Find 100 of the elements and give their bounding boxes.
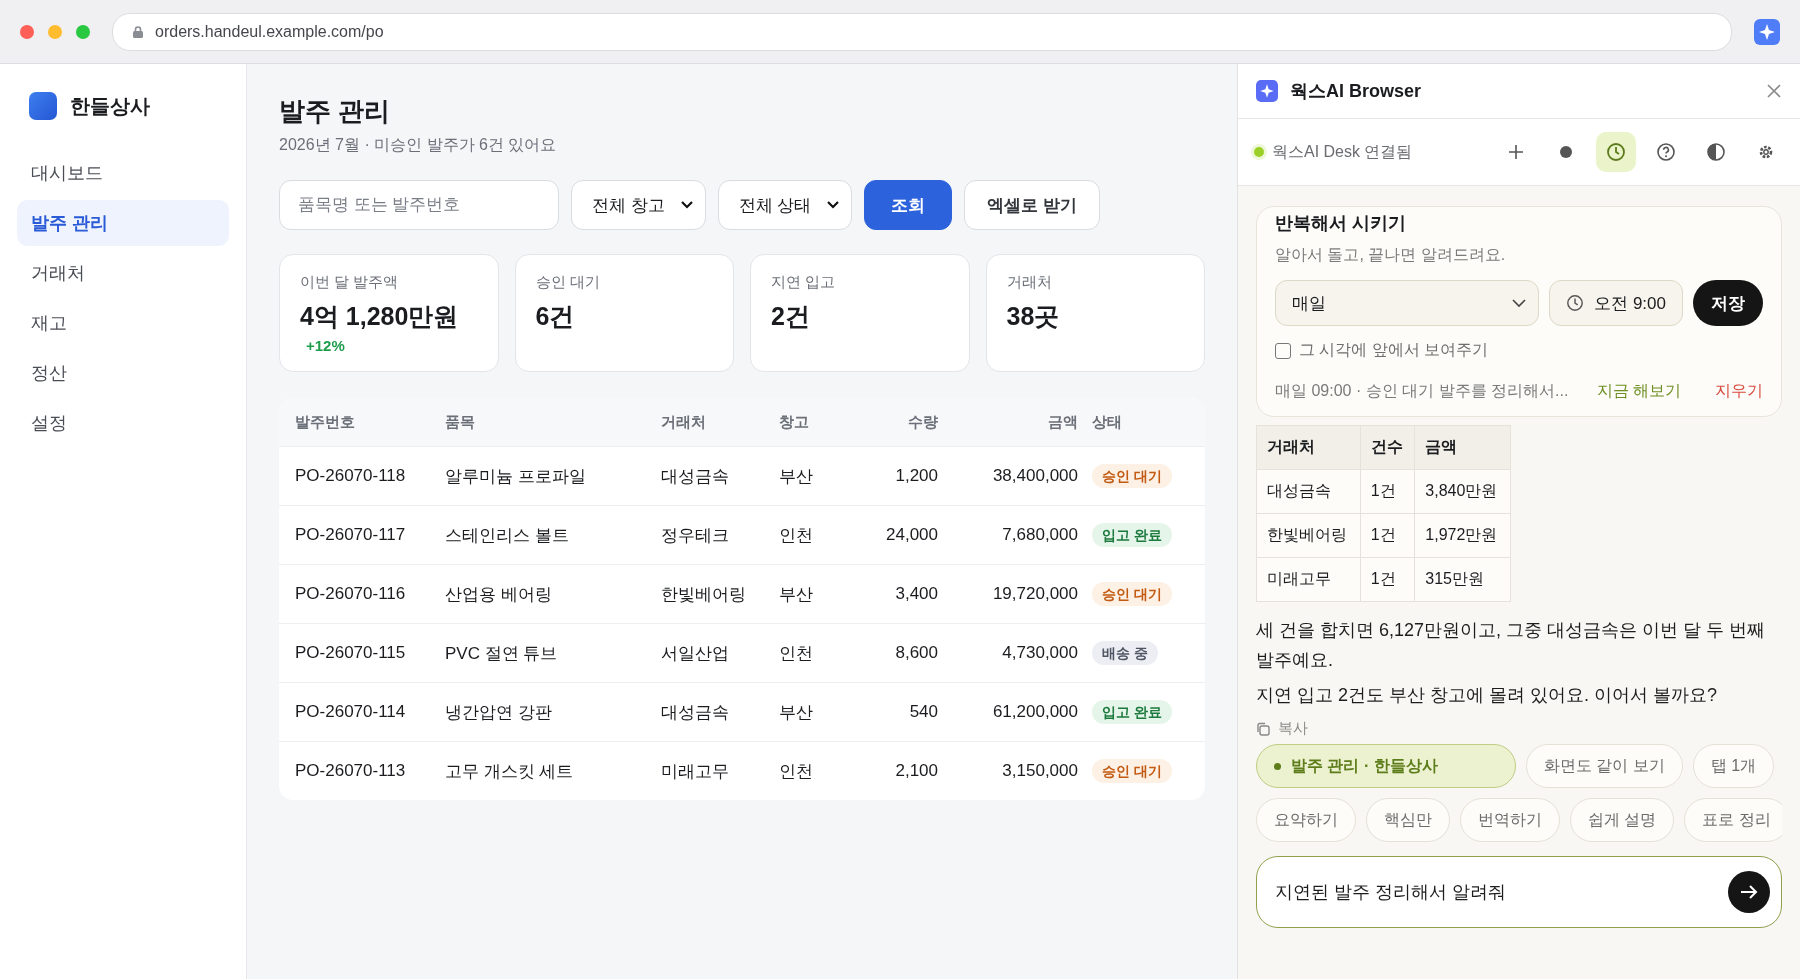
search-field[interactable]: 품목명 또는 발주번호 — [279, 180, 559, 230]
column-header: 수량 — [908, 412, 938, 430]
nav-item[interactable]: 발주 관리 — [17, 200, 229, 246]
status-badge: 승인 대기 — [1092, 464, 1172, 488]
stat-change: +12% — [305, 337, 346, 354]
close-icon[interactable] — [1766, 83, 1782, 99]
send-button[interactable] — [1728, 871, 1770, 914]
table-cell: 냉간압연 강판 — [445, 702, 552, 722]
frequency-select[interactable]: 매일 — [1275, 280, 1540, 326]
column-header: 거래처 — [661, 412, 706, 430]
nav-item[interactable]: 거래처 — [17, 250, 229, 296]
query-button[interactable]: 조회 — [864, 180, 953, 230]
table-cell: 61,200,000 — [992, 702, 1078, 721]
table-cell: 24,000 — [886, 525, 938, 544]
table-cell: PVC 절연 튜브 — [445, 643, 558, 663]
table-cell: PO-26070-116 — [295, 584, 406, 603]
table-cell: 1,200 — [895, 466, 938, 485]
column-header: 거래처 — [1256, 425, 1361, 470]
table-cell: 한빛베어링 — [661, 584, 746, 604]
brand-name: 한들상사 — [70, 93, 150, 119]
context-chip[interactable]: 화면도 같이 보기 — [1526, 744, 1683, 789]
action-chip[interactable]: 표로 정리 — [1684, 798, 1782, 843]
warehouse-select[interactable]: 전체 창고 — [571, 180, 706, 230]
connection-status: 웍스AI Desk 연결됨 — [1272, 141, 1414, 162]
table-cell: PO-26070-114 — [295, 702, 406, 721]
table-cell: 8,600 — [895, 643, 938, 662]
status-badge: 입고 완료 — [1092, 700, 1172, 724]
export-button[interactable]: 엑셀로 받기 — [964, 180, 1101, 230]
page-subtitle: 2026년 7월 · 미승인 발주가 6건 있어요 — [279, 135, 558, 155]
save-button[interactable]: 저장 — [1693, 280, 1763, 326]
table-cell: 부산 — [779, 584, 813, 604]
answer-paragraph: 세 건을 합치면 6,127만원이고, 그중 대성금속은 이번 달 두 번째 발주예요. — [1256, 619, 1767, 672]
context-chip[interactable]: 발주 관리 · 한들상사 — [1256, 744, 1516, 789]
checkbox-label: 그 시각에 앞에서 보여주기 — [1299, 340, 1489, 360]
lock-icon — [133, 25, 143, 38]
schedule-note: 알아서 돌고, 끝나면 알려드려요. — [1275, 245, 1507, 265]
settings-icon — [1757, 143, 1775, 161]
table-cell: 대성금속 — [661, 466, 729, 486]
table-cell: 인천 — [779, 643, 813, 663]
status-select[interactable]: 전체 상태 — [717, 180, 853, 230]
column-header: 건수 — [1360, 425, 1415, 470]
address-bar[interactable]: orders.handeul.example.com/po — [112, 12, 1732, 51]
action-chip[interactable]: 핵심만 — [1366, 798, 1450, 843]
table-cell: 인천 — [779, 525, 813, 545]
table-cell: PO-26070-117 — [295, 525, 406, 544]
dot-icon — [1559, 145, 1573, 159]
checkbox[interactable] — [1275, 342, 1291, 359]
table-cell: 3,840만원 — [1414, 469, 1511, 514]
table-cell: 7,680,000 — [1002, 525, 1078, 544]
action-chip[interactable]: 쉽게 설명 — [1570, 798, 1675, 843]
sparkle-icon — [1256, 80, 1278, 102]
stat-label: 승인 대기 — [535, 273, 601, 292]
time-field[interactable]: 오전 9:00 — [1549, 280, 1683, 326]
status-badge: 승인 대기 — [1092, 759, 1172, 783]
table-cell: 2,100 — [895, 761, 938, 780]
page-title: 발주 관리 — [279, 95, 392, 128]
table-cell: 산업용 베어링 — [445, 584, 552, 604]
chevron-down-icon — [1512, 298, 1527, 308]
column-header: 금액 — [1048, 412, 1078, 430]
table-cell: 인천 — [779, 761, 813, 781]
stat-value: 38곳 — [1006, 301, 1061, 332]
table-cell: 1건 — [1360, 513, 1415, 558]
schedule-summary: 매일 09:00 · 승인 대기 발주를 정리해서... — [1275, 381, 1570, 401]
action-chip[interactable]: 번역하기 — [1460, 798, 1560, 843]
delete-link[interactable]: 지우기 — [1701, 381, 1763, 402]
table-cell: 19,720,000 — [992, 584, 1078, 603]
table-cell: 1건 — [1360, 469, 1415, 514]
table-cell: 부산 — [779, 702, 813, 722]
nav-item[interactable]: 정산 — [17, 350, 229, 396]
nav-item[interactable]: 대시보드 — [17, 150, 229, 196]
nav-item[interactable]: 설정 — [17, 400, 229, 446]
prompt-field[interactable]: 지연된 발주 정리해서 알려줘 — [1256, 856, 1782, 929]
brand-logo — [29, 92, 57, 120]
context-chip[interactable]: 탭 1개 — [1692, 744, 1775, 789]
table-cell: 540 — [909, 702, 938, 721]
status-badge: 입고 완료 — [1092, 523, 1172, 547]
table-cell: 알루미늄 프로파일 — [445, 466, 586, 486]
table-cell: 대성금속 — [1256, 469, 1361, 514]
stat-value: 6건 — [535, 301, 576, 332]
nav-item[interactable]: 재고 — [17, 300, 229, 346]
table-cell: 스테인리스 볼트 — [445, 525, 569, 545]
table-cell: 서일산업 — [661, 643, 729, 663]
schedule-button[interactable] — [1596, 132, 1636, 172]
plus-icon — [1507, 143, 1525, 161]
sparkle-icon[interactable] — [1754, 18, 1780, 45]
table-cell: 한빛베어링 — [1256, 513, 1361, 558]
table-cell: 3,400 — [895, 584, 938, 603]
action-chip[interactable]: 요약하기 — [1256, 798, 1356, 843]
table-cell: PO-26070-113 — [295, 761, 406, 780]
table-cell: PO-26070-118 — [295, 466, 406, 485]
close-window-button[interactable] — [20, 24, 34, 39]
contrast-icon — [1706, 142, 1726, 162]
chevron-down-icon — [827, 201, 840, 209]
table-cell: 정우테크 — [661, 525, 729, 545]
run-now-link[interactable]: 지금 해보기 — [1596, 381, 1681, 402]
table-cell: 부산 — [779, 466, 813, 486]
stat-label: 이번 달 발주액 — [300, 273, 400, 292]
status-badge: 배송 중 — [1092, 641, 1158, 665]
stat-value: 2건 — [771, 301, 811, 332]
status-badge: 승인 대기 — [1092, 582, 1172, 606]
